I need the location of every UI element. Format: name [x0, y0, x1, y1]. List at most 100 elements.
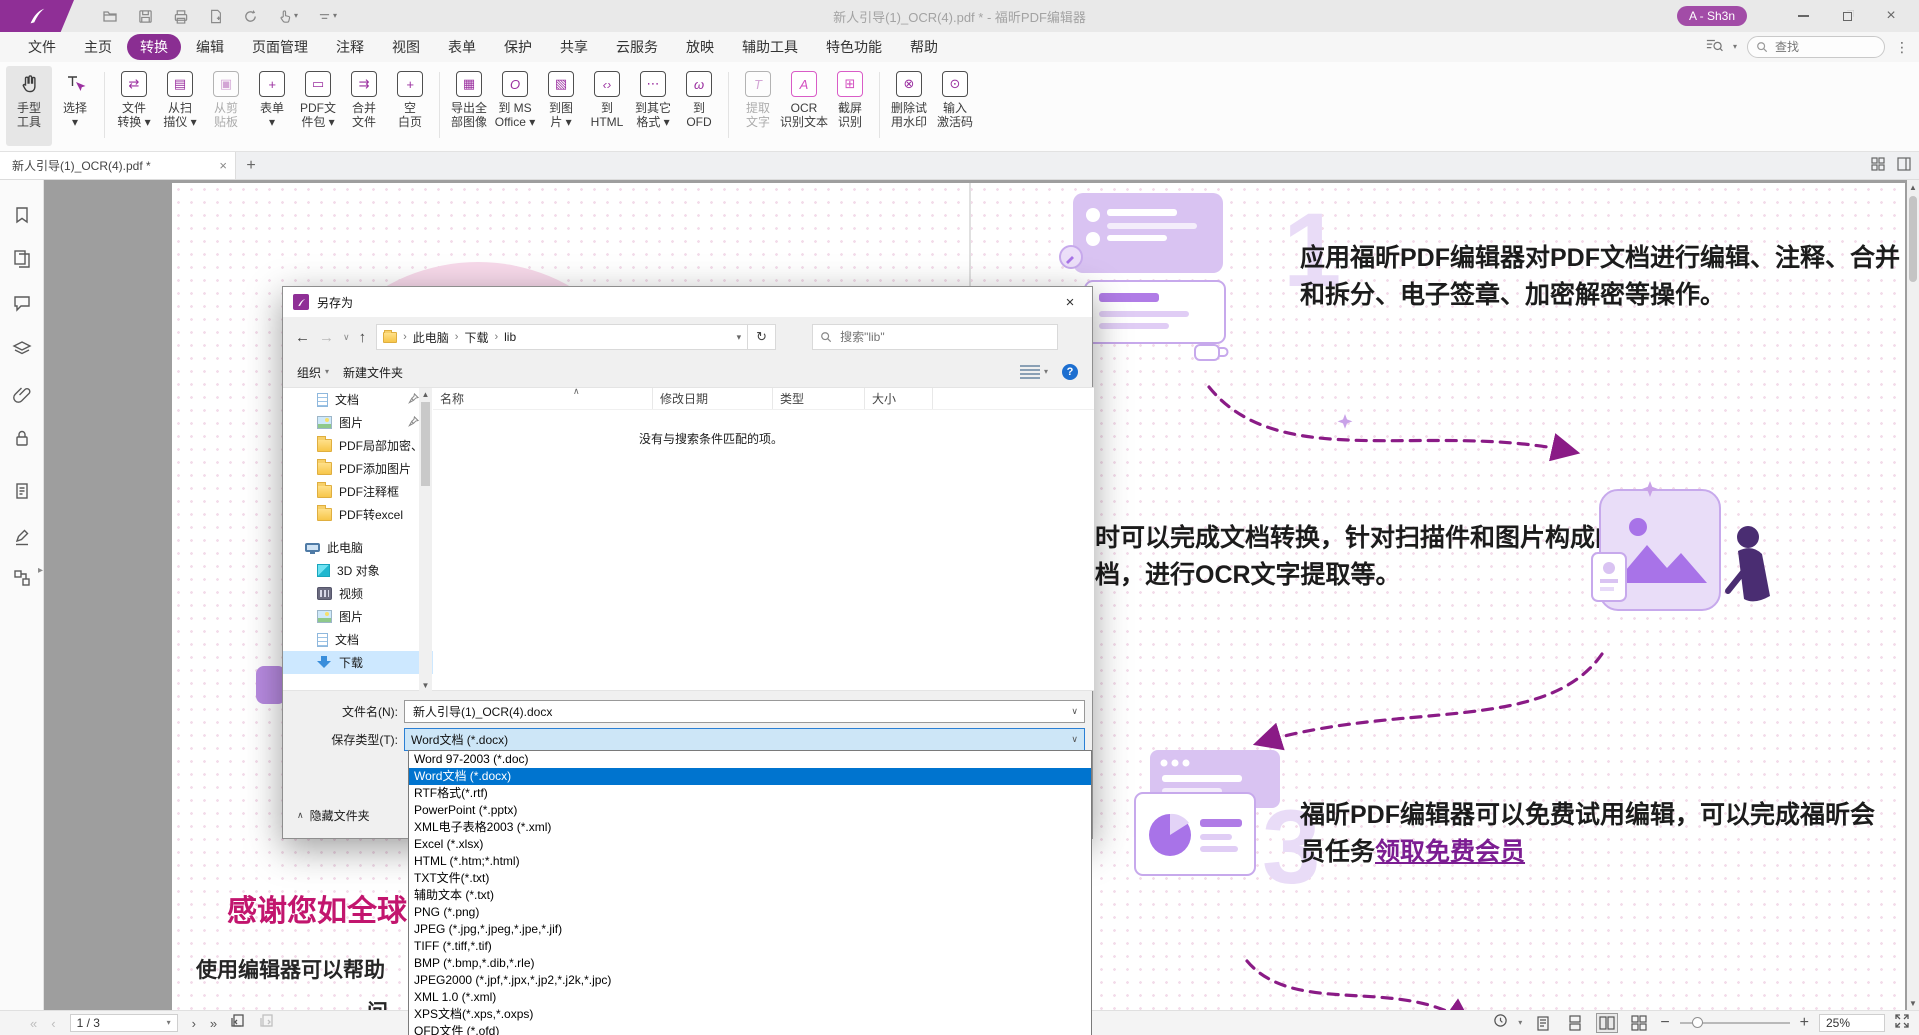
ribbon-button[interactable]: T 提取文字 — [735, 66, 781, 146]
menu-item[interactable]: 编辑 — [183, 34, 237, 60]
chevron-down-icon[interactable]: ∨ — [1071, 734, 1078, 745]
column-date-modified[interactable]: 修改日期 — [653, 388, 773, 409]
panel-layout-icon[interactable] — [1897, 157, 1911, 176]
folder-tree-item[interactable]: 图片 — [283, 605, 433, 628]
ribbon-button[interactable]: ‹› 到HTML — [584, 66, 630, 146]
folder-tree-item[interactable]: PDF添加图片 — [283, 457, 433, 480]
touch-mode-button[interactable]: ▾ — [278, 9, 298, 24]
tab-grid-icon[interactable] — [1871, 157, 1885, 176]
signature-icon[interactable] — [12, 527, 32, 547]
ribbon-button[interactable]: ▤ 从扫描仪 ▾ — [157, 66, 203, 146]
file-type-option[interactable]: HTML (*.htm;*.html) — [409, 853, 1091, 870]
file-type-option[interactable]: OFD文件 (*.ofd) — [409, 1023, 1091, 1035]
folder-tree-item[interactable]: 文档 — [283, 388, 433, 411]
zoom-value-box[interactable]: 25% — [1819, 1014, 1885, 1032]
layers-icon[interactable] — [12, 339, 32, 359]
menu-item[interactable]: 放映 — [673, 34, 727, 60]
find-input[interactable] — [1773, 39, 1873, 55]
breadcrumb-this-pc[interactable]: 此电脑 — [413, 329, 449, 346]
file-type-option[interactable]: XML 1.0 (*.xml) — [409, 989, 1091, 1006]
security-icon[interactable] — [12, 428, 32, 448]
attachment-icon[interactable] — [12, 384, 32, 404]
folder-tree-item[interactable]: 3D 对象 — [283, 559, 433, 582]
menu-item[interactable]: 转换 — [127, 34, 181, 60]
address-bar[interactable]: › 此电脑 › 下载 › lib ▾ — [376, 324, 748, 350]
single-page-view-icon[interactable] — [1532, 1013, 1554, 1033]
restore-button[interactable] — [1827, 0, 1867, 32]
file-summary-icon[interactable] — [12, 481, 32, 501]
menu-item[interactable]: 注释 — [323, 34, 377, 60]
menu-item[interactable]: 共享 — [547, 34, 601, 60]
open-file-button[interactable] — [102, 8, 118, 24]
column-size[interactable]: 大小 — [865, 388, 933, 409]
dialog-search-input[interactable] — [838, 329, 1028, 345]
page-thumbnails-icon[interactable] — [12, 249, 32, 269]
ribbon-button[interactable]: ▭ PDF文件包 ▾ — [295, 66, 341, 146]
continuous-view-icon[interactable] — [1564, 1013, 1586, 1033]
previous-page-button[interactable]: ‹ — [51, 1016, 55, 1031]
last-page-button[interactable]: » — [210, 1016, 217, 1031]
scroll-down-icon[interactable]: ▼ — [419, 679, 432, 692]
menu-item[interactable]: 帮助 — [897, 34, 951, 60]
file-type-option[interactable]: PNG (*.png) — [409, 904, 1091, 921]
ribbon-button[interactable]: O 到 MSOffice ▾ — [492, 66, 538, 146]
minimize-button[interactable] — [1783, 0, 1823, 32]
redo-button[interactable] — [243, 9, 258, 24]
ribbon-button[interactable]: + 空白页 — [387, 66, 433, 146]
find-box[interactable] — [1747, 36, 1885, 58]
refresh-button[interactable]: ↻ — [748, 324, 776, 350]
page-number-box[interactable]: 1 / 3▾ — [70, 1014, 178, 1032]
breadcrumb-downloads[interactable]: 下载 — [464, 329, 488, 346]
menu-item[interactable]: 保护 — [491, 34, 545, 60]
print-button[interactable] — [173, 9, 189, 24]
ribbon-button[interactable]: ⇉ 合并文件 — [341, 66, 387, 146]
hide-folders-button[interactable]: ∧ 隐藏文件夹 — [297, 807, 370, 824]
dialog-close-button[interactable]: × — [1048, 287, 1092, 317]
menu-item[interactable]: 主页 — [71, 34, 125, 60]
zoom-in-button[interactable]: + — [1800, 1014, 1809, 1032]
ribbon-button[interactable] — [98, 66, 111, 146]
folder-tree-item[interactable]: PDF转excel — [283, 503, 433, 526]
first-page-button[interactable]: « — [30, 1016, 37, 1031]
close-button[interactable]: × — [1871, 0, 1911, 32]
ribbon-button[interactable] — [722, 66, 735, 146]
scrollbar-thumb[interactable] — [1909, 196, 1917, 282]
nav-history-caret[interactable]: ∨ — [343, 332, 350, 343]
rotate-view-icon[interactable] — [1493, 1013, 1508, 1033]
menu-item[interactable]: 页面管理 — [239, 34, 321, 60]
folder-tree-item[interactable]: 下载 — [283, 651, 433, 674]
column-type[interactable]: 类型 — [773, 388, 865, 409]
view-mode-button[interactable]: ▾ — [1020, 365, 1048, 379]
new-document-button[interactable] — [209, 9, 223, 24]
nav-back-button[interactable]: ← — [295, 329, 310, 346]
panel-expand-handle[interactable]: ▸ — [38, 565, 43, 576]
folder-tree-item[interactable]: PDF注释框 — [283, 480, 433, 503]
menu-item[interactable]: 文件 — [15, 34, 69, 60]
ribbon-button[interactable]: ⋯ 到其它格式 ▾ — [630, 66, 676, 146]
savetype-combobox[interactable]: Word文档 (*.docx) ∨ — [404, 728, 1085, 751]
file-type-option[interactable]: TXT文件(*.txt) — [409, 870, 1091, 887]
nav-forward-button[interactable]: → — [319, 329, 334, 346]
chevron-down-icon[interactable]: ∨ — [1071, 706, 1078, 717]
file-type-option[interactable]: Word文档 (*.docx) — [409, 768, 1091, 785]
new-tab-button[interactable]: + — [236, 152, 266, 179]
ribbon-button[interactable]: ⊞ 截屏识别 — [827, 66, 873, 146]
file-type-option[interactable]: XPS文档(*.xps,*.oxps) — [409, 1006, 1091, 1023]
next-page-button[interactable]: › — [192, 1016, 196, 1031]
menu-item[interactable]: 视图 — [379, 34, 433, 60]
organize-button[interactable]: 组织▾ — [297, 364, 329, 381]
customize-toolbar-button[interactable]: ▾ — [318, 11, 337, 22]
scrollbar-thumb[interactable] — [421, 402, 430, 486]
file-type-option[interactable]: Excel (*.xlsx) — [409, 836, 1091, 853]
ribbon-button[interactable]: ω 到OFD — [676, 66, 722, 146]
fullscreen-icon[interactable] — [1895, 1014, 1909, 1033]
cross-reference-icon[interactable] — [12, 568, 32, 588]
tree-scrollbar[interactable]: ▲ ▼ — [419, 388, 432, 692]
folder-tree-item[interactable]: 视频 — [283, 582, 433, 605]
menu-item[interactable]: 云服务 — [603, 34, 671, 60]
document-tab[interactable]: 新人引导(1)_OCR(4).pdf * × — [0, 152, 236, 179]
ribbon-button[interactable] — [433, 66, 446, 146]
facing-view-icon[interactable] — [1596, 1013, 1618, 1033]
file-type-option[interactable]: TIFF (*.tiff,*.tif) — [409, 938, 1091, 955]
ribbon-button[interactable]: A OCR识别文本 — [781, 66, 827, 146]
